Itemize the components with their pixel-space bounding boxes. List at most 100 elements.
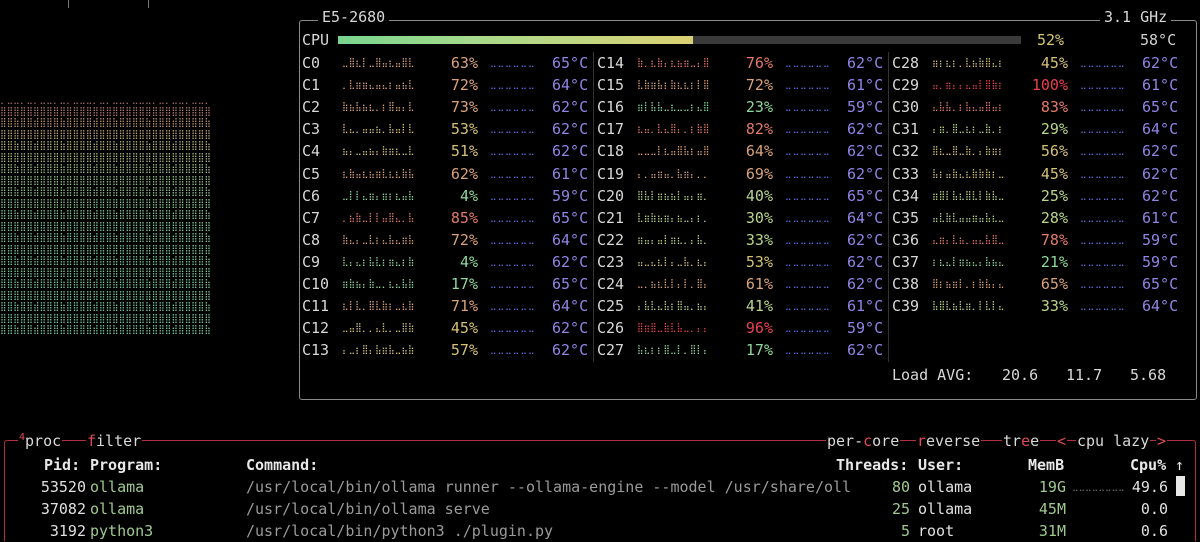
core-percent: 17% (450, 275, 478, 293)
cpu-history-row: ⣿⣿⣷⣿⣿⣾⣿⣿⣿⣷⣿⣿⣿⣿⣾⣿⣿⣷⣿⣿⣿⣿⣷⣿⣿⣿⣾⣿⣿⣿⣿⣷ (0, 233, 211, 243)
core-percent: 62% (450, 164, 478, 183)
core-percent: 65% (1040, 275, 1068, 293)
process-cpu[interactable]: 0.0 (1120, 498, 1168, 520)
core-load-graph: ⣄⣧⣧⡀⡆⣧⣄⣤⣿⣤⡆ (932, 102, 1005, 113)
core-name: C5 (302, 164, 321, 183)
process-user[interactable]: ollama (918, 476, 972, 498)
core-load-graph: ⣧⡆⣤⣷⣄⣆⣷⣷⣷⡆⣀ (932, 168, 1005, 179)
process-cpu-graph: ⣀⣀⣀⣀⣀⣀⣀⣀ (1072, 482, 1125, 492)
core-temperature: 62°C (847, 341, 884, 360)
proc-tab[interactable]: 4proc (18, 432, 63, 450)
process-program[interactable]: python3 (90, 520, 153, 542)
core-load-graph: ⡀⣇⣶⣶⣄⣤⣄⡆⣤⣦⣇ (342, 80, 415, 91)
process-memory[interactable]: 31M (1010, 520, 1066, 542)
core-load-graph: ⣶⣤⡄⣤⡇⣶⣆⡀⡄⣧⡀ (637, 234, 710, 245)
core-load-graph: ⡄⣶⡀⣿⣀⣆⡆⣀⣷⡀⡆ (932, 124, 1005, 135)
core-name: C27 (597, 341, 625, 360)
core-temperature-graph: ⣀⣀⣀⣀⣀⣀ (1080, 190, 1126, 201)
core-load-graph: ⣀⡇⡇⣄⣶⡄⣶⡆⣆⣤⣧ (342, 190, 415, 201)
core-percent: 51% (450, 142, 478, 161)
core-load-graph: ⣤⣀⣄⣆⡇⡄⣀⣧⡀⣆⡄ (637, 256, 710, 267)
core-temperature-graph: ⣀⣀⣀⣀⣀⣀ (785, 212, 831, 223)
core-percent: 33% (745, 230, 773, 249)
core-name: C2 (302, 98, 321, 117)
filter-button[interactable]: filter (86, 432, 143, 450)
core-name: C10 (302, 275, 330, 293)
process-cpu[interactable]: 0.6 (1120, 520, 1168, 542)
core-temperature: 59°C (847, 98, 884, 117)
core-load-graph: ⣿⣶⣿⣀⣷⣇⣧⣀⡀⡄⡄ (637, 323, 710, 334)
cpu-history-row: ⣿⣿⣿⣿⣿⣿⣿⣿⣿⣿⣿⣿⣿⣿⣿⣿⣿⣿⣿⣿⣿⣿⣿⣿⣿⣿⣿⣿⣿⣿⣿⣿ (0, 290, 211, 301)
core-name: C31 (892, 120, 920, 139)
core-temperature: 61°C (1142, 208, 1179, 227)
core-percent: 61% (745, 275, 773, 293)
sort-next-button[interactable]: > (1156, 432, 1168, 450)
process-command[interactable]: /usr/local/bin/ollama serve (246, 498, 490, 520)
column-header-user[interactable]: User: (918, 456, 963, 474)
core-temperature: 65°C (552, 275, 589, 293)
core-percent: 76% (745, 54, 773, 72)
core-temperature: 62°C (847, 252, 884, 271)
column-header-command[interactable]: Command: (246, 456, 318, 474)
process-pid[interactable]: 3192 (0, 520, 86, 542)
process-user[interactable]: ollama (918, 498, 972, 520)
process-command[interactable]: /usr/local/bin/ollama runner --ollama-en… (246, 476, 851, 498)
core-name: C7 (302, 208, 321, 227)
column-header-cpu[interactable]: Cpu% (1130, 456, 1166, 474)
column-header-mem[interactable]: MemB (1028, 456, 1064, 474)
process-program[interactable]: ollama (90, 476, 144, 498)
sort-field[interactable]: cpu lazy (1076, 432, 1151, 450)
process-threads[interactable]: 25 (836, 498, 910, 520)
process-memory[interactable]: 45M (1010, 498, 1066, 520)
core-load-graph: ⣀⡀⣦⣆⣇⡇⡄⡇⡀⣿⡄ (637, 279, 710, 289)
tree-toggle[interactable]: tree (1002, 432, 1041, 450)
core-load-graph: ⡄⣀⡆⣿⡄⣧⣶⣧⣀⣦⣷ (342, 345, 415, 356)
cpu-history-row: ⣿⣿⣷⣿⣿⣾⣿⣿⣿⣷⣿⣿⣿⣿⣾⣿⣿⣷⣿⣿⣿⣿⣷⣿⣿⣿⣾⣿⣿⣿⣿⣷ (0, 141, 211, 151)
column-header-program[interactable]: Program: (90, 456, 162, 474)
process-program[interactable]: ollama (90, 498, 144, 520)
core-temperature-graph: ⣀⣀⣀⣀⣀⣀ (785, 323, 831, 334)
core-percent: 17% (745, 341, 773, 360)
cpu-history-row: ⣿⣿⣿⣿⣿⣿⣿⣿⣿⣿⣿⣿⣿⣿⣿⣿⣿⣿⣿⣿⣿⣿⣿⣿⣿⣿⣿⣿⣿⣿⣿⣿ (0, 152, 211, 163)
column-header-pid[interactable]: Pid: (44, 456, 80, 474)
process-pid[interactable]: 37082 (0, 498, 86, 520)
core-temperature: 65°C (1142, 98, 1179, 117)
core-temperature-graph: ⣀⣀⣀⣀⣀⣀ (1080, 102, 1126, 113)
core-name: C24 (597, 275, 625, 293)
column-header-threads[interactable]: Threads: (836, 456, 908, 474)
process-command[interactable]: /usr/local/bin/python3 ./plugin.py (246, 520, 553, 542)
process-memory[interactable]: 19G (1010, 476, 1066, 498)
core-load-graph: ⣷⡀⣆⣷⡄⣆⣦⣶⣀⡄⣿ (637, 58, 710, 68)
core-temperature-graph: ⣀⣀⣀⣀⣀⣀ (490, 124, 536, 135)
core-temperature-graph: ⣀⣀⣀⣀⣀⣀ (785, 146, 831, 157)
process-threads[interactable]: 80 (836, 476, 910, 498)
core-percent: 45% (1040, 54, 1068, 72)
core-percent: 83% (1040, 98, 1068, 117)
per-core-toggle[interactable]: per-core (826, 432, 901, 450)
core-percent: 45% (1040, 164, 1068, 183)
core-name: C21 (597, 208, 625, 227)
per-core-label-rest: ore (872, 432, 900, 450)
load-average-1min: 20.6 (1002, 366, 1039, 384)
process-cpu[interactable]: 49.6 (1120, 476, 1168, 498)
scrollbar-thumb[interactable] (1176, 476, 1185, 496)
core-percent: 82% (745, 120, 773, 139)
core-percent: 73% (450, 98, 478, 117)
cpu-history-row: ⣿⣿⣿⣿⣿⣿⣿⣿⣿⣿⣿⣿⣿⣿⣿⣿⣿⣿⣿⣿⣿⣿⣿⣿⣿⣿⣿⣿⣿⣿⣿⣿ (0, 175, 211, 186)
core-temperature: 62°C (847, 120, 884, 139)
core-name: C16 (597, 98, 625, 117)
scroll-up-arrow-icon[interactable]: ↑ (1175, 456, 1184, 474)
process-user[interactable]: root (918, 520, 954, 542)
core-percent: 40% (745, 186, 773, 205)
reverse-toggle[interactable]: reverse (916, 432, 982, 450)
core-name: C39 (892, 297, 920, 316)
cpu-history-row: ⣿⣿⣷⣿⣿⣾⣿⣿⣿⣷⣿⣿⣿⣿⣾⣿⣿⣷⣿⣿⣿⣿⣷⣿⣿⣿⣾⣿⣿⣿⣿⣷ (0, 210, 211, 220)
core-load-graph: ⣿⣆⣀⣿⣀⣷⡀⡄⣷⣶⡆ (932, 146, 1005, 157)
core-name: C28 (892, 54, 920, 72)
core-percent: 96% (745, 319, 773, 338)
core-load-graph: ⣶⣷⣦⡄⣷⣀⡀⣆⣄⣧⣷ (342, 279, 415, 289)
process-threads[interactable]: 5 (836, 520, 910, 542)
core-load-graph: ⣤⣇⣷⣇⣤⣤⣶⣤⣧⣆⣀ (932, 212, 1005, 223)
process-pid[interactable]: 53520 (0, 476, 86, 498)
sort-prev-button[interactable]: < (1056, 432, 1068, 450)
